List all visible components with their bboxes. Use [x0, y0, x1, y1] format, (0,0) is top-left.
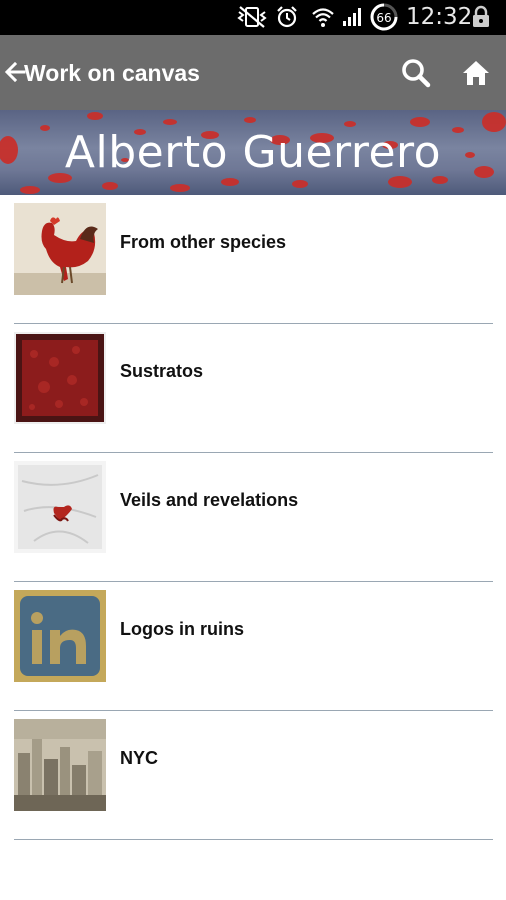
list-item-veils-and-revelations[interactable]: Veils and revelations	[14, 453, 493, 582]
collection-list: From other species Sustratos Veils and r…	[14, 195, 493, 840]
back-arrow-icon[interactable]	[4, 61, 26, 83]
list-item-sustratos[interactable]: Sustratos	[14, 324, 493, 453]
wifi-icon	[310, 4, 336, 30]
artist-banner: Alberto Guerrero	[0, 110, 506, 195]
red-texture-thumbnail	[14, 332, 106, 424]
page-title[interactable]: Work on canvas	[24, 59, 200, 87]
list-item-label: NYC	[120, 748, 159, 768]
home-icon[interactable]	[461, 59, 491, 87]
white-veil-thumbnail	[14, 461, 106, 553]
clock: 12:32	[406, 4, 473, 30]
svg-text:66: 66	[376, 11, 391, 25]
vibrate-mute-icon	[236, 4, 268, 30]
list-item-label: Sustratos	[120, 361, 204, 381]
list-item-from-other-species[interactable]: From other species	[14, 195, 493, 324]
app-bar: Work on canvas	[0, 35, 506, 110]
linkedin-logo-thumbnail	[14, 590, 106, 682]
city-skyline-thumbnail	[14, 719, 106, 811]
battery-icon: 66	[368, 3, 400, 31]
lock-icon	[470, 4, 492, 30]
signal-icon	[340, 4, 364, 30]
list-item-label: From other species	[120, 232, 287, 252]
artist-name: Alberto Guerrero	[64, 127, 442, 178]
status-bar: 66 12:32	[0, 0, 506, 35]
rooster-thumbnail	[14, 203, 106, 295]
search-icon[interactable]	[400, 57, 432, 89]
list-item-label: Logos in ruins	[120, 619, 244, 639]
list-item-label: Veils and revelations	[120, 490, 299, 510]
alarm-icon	[274, 4, 300, 30]
list-item-logos-in-ruins[interactable]: Logos in ruins	[14, 582, 493, 711]
list-item-nyc[interactable]: NYC	[14, 711, 493, 840]
